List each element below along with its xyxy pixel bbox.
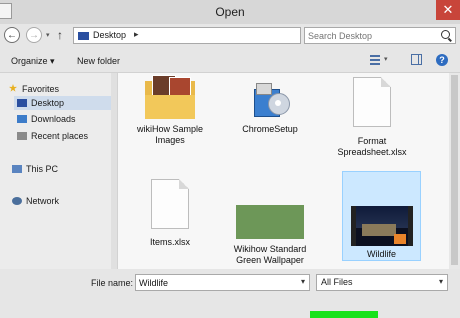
file-name-input[interactable] bbox=[139, 276, 289, 289]
sidebar-item-label: Favorites bbox=[22, 84, 60, 94]
file-name: Format Spreadsheet.xlsx bbox=[337, 136, 407, 157]
navigation-bar: ← → ▾ ↑ Desktop ▸ ▾ ↻ bbox=[0, 24, 460, 48]
search-input[interactable] bbox=[308, 29, 428, 42]
dialog-title: Open bbox=[215, 5, 245, 19]
breadcrumb-chevron-icon[interactable]: ▸ bbox=[134, 29, 139, 40]
file-name-label: File name: bbox=[91, 278, 134, 288]
file-type-filter[interactable]: All Files ▾ bbox=[316, 274, 448, 291]
desktop-icon bbox=[78, 32, 89, 40]
toolbar: Organize ▾ New folder ▾ ? bbox=[0, 49, 460, 73]
installer-icon bbox=[250, 79, 290, 119]
sidebar-item-label: Downloads bbox=[31, 114, 76, 124]
file-list-scrollbar[interactable] bbox=[449, 73, 460, 269]
sidebar-scrollbar[interactable] bbox=[111, 73, 117, 269]
file-name-field[interactable]: ▾ bbox=[135, 274, 310, 291]
up-button[interactable]: ↑ bbox=[57, 28, 63, 42]
sidebar-item-label: Recent places bbox=[31, 131, 89, 141]
computer-icon bbox=[12, 165, 22, 173]
file-item[interactable]: Format Spreadsheet.xlsx bbox=[332, 73, 412, 169]
file-name: Items.xlsx bbox=[149, 237, 190, 247]
file-list: wikiHow Sample Images ChromeSetup Format… bbox=[118, 73, 460, 269]
sidebar-item-recent-places[interactable]: Recent places bbox=[17, 129, 111, 143]
recent-locations-dropdown[interactable]: ▾ bbox=[46, 31, 50, 39]
file-type-value: All Files bbox=[321, 277, 353, 287]
forward-button[interactable]: → bbox=[26, 27, 42, 43]
sidebar-item-this-pc[interactable]: This PC bbox=[12, 162, 111, 176]
back-button[interactable]: ← bbox=[4, 27, 20, 43]
help-icon[interactable]: ? bbox=[436, 54, 448, 66]
chevron-down-icon[interactable]: ▾ bbox=[439, 277, 443, 286]
scrollbar-thumb[interactable] bbox=[451, 75, 458, 265]
file-item[interactable]: Items.xlsx bbox=[130, 173, 210, 253]
star-icon bbox=[9, 84, 17, 92]
address-location[interactable]: Desktop bbox=[93, 30, 126, 40]
title-bar: Open ✕ bbox=[0, 0, 460, 24]
sidebar-item-label: Network bbox=[26, 196, 60, 206]
desktop-icon bbox=[17, 99, 27, 107]
navigation-pane: Favorites Desktop Downloads Recent place… bbox=[0, 73, 118, 269]
file-name: Wikihow Standard Green Wallpaper bbox=[233, 244, 307, 265]
folder-icon bbox=[145, 73, 195, 119]
bottom-panel: File name: ▾ All Files ▾ bbox=[0, 269, 460, 318]
file-name: ChromeSetup bbox=[242, 124, 298, 134]
file-item[interactable]: wikiHow Sample Images bbox=[130, 73, 210, 157]
open-dialog: Open ✕ ← → ▾ ↑ Desktop ▸ ▾ ↻ Organize ▾ … bbox=[0, 0, 460, 318]
close-button[interactable]: ✕ bbox=[436, 0, 460, 20]
file-item[interactable]: Wikihow Standard Green Wallpaper bbox=[230, 173, 310, 269]
sidebar-item-desktop[interactable]: Desktop bbox=[14, 96, 115, 110]
document-icon bbox=[353, 77, 391, 127]
recent-places-icon bbox=[17, 132, 27, 140]
sidebar-item-favorites[interactable]: Favorites bbox=[8, 82, 108, 96]
file-item[interactable]: ChromeSetup bbox=[230, 73, 310, 157]
sidebar-item-downloads[interactable]: Downloads bbox=[17, 112, 111, 126]
organize-menu[interactable]: Organize ▾ bbox=[11, 56, 55, 67]
sidebar-item-label: Desktop bbox=[31, 98, 65, 108]
sidebar-item-label: This PC bbox=[26, 164, 59, 174]
open-button[interactable] bbox=[310, 311, 378, 318]
network-icon bbox=[12, 197, 22, 205]
video-icon bbox=[350, 206, 413, 246]
image-icon bbox=[236, 205, 304, 239]
downloads-icon bbox=[17, 115, 27, 123]
document-icon bbox=[151, 179, 189, 229]
new-folder-button[interactable]: New folder bbox=[77, 56, 120, 66]
search-box[interactable] bbox=[304, 27, 456, 44]
file-name: wikiHow Sample Images bbox=[136, 124, 204, 145]
search-icon[interactable] bbox=[441, 30, 450, 39]
sidebar-item-network[interactable]: Network bbox=[12, 194, 111, 208]
address-bar[interactable]: Desktop ▸ ▾ ↻ bbox=[73, 27, 370, 44]
file-name-dropdown[interactable]: ▾ bbox=[301, 277, 305, 286]
view-dropdown[interactable]: ▾ bbox=[384, 55, 388, 63]
change-view-icon[interactable] bbox=[370, 55, 380, 65]
file-name: Wildlife bbox=[366, 249, 396, 259]
preview-pane-icon[interactable] bbox=[411, 54, 422, 65]
file-item-selected[interactable]: Wildlife bbox=[342, 171, 421, 261]
